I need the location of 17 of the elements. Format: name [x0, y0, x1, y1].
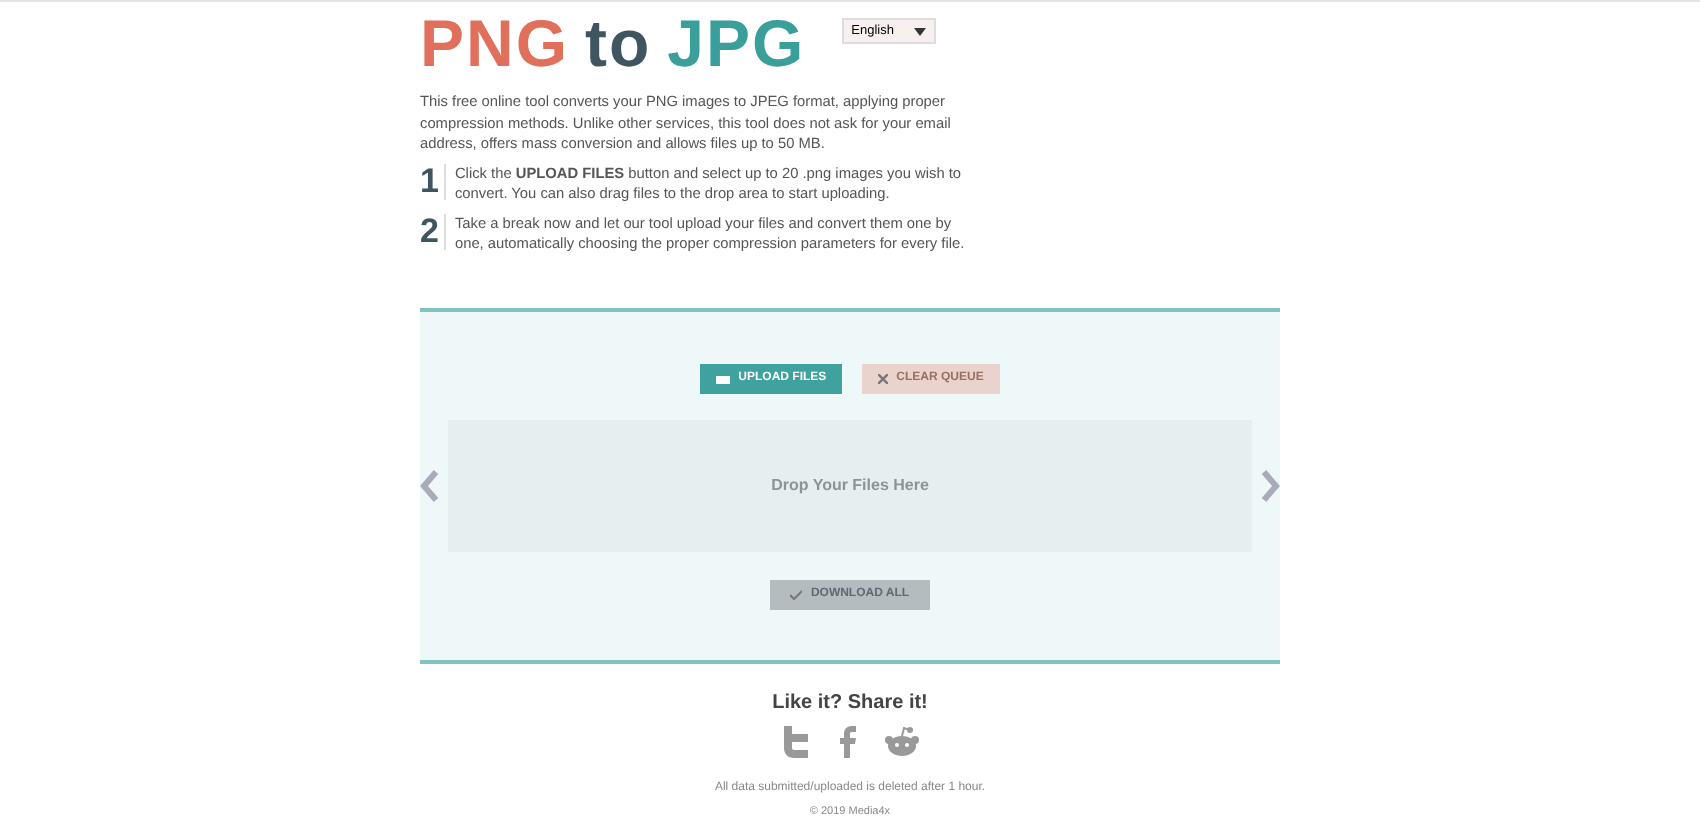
caret-icon: [914, 27, 926, 35]
reddit-icon[interactable]: [883, 725, 919, 757]
check-icon: [790, 589, 803, 599]
step-number: 1: [420, 163, 447, 199]
logo-text: JPG: [667, 10, 806, 78]
share-title: Like it? Share it!: [772, 691, 928, 713]
chevron-right-icon[interactable]: [1260, 469, 1280, 501]
folder-icon: [716, 373, 731, 383]
logo-text: to: [585, 10, 652, 78]
twitter-icon[interactable]: [781, 725, 809, 757]
drop-area[interactable]: Drop Your Files Here: [448, 419, 1252, 551]
close-icon: [878, 373, 889, 383]
logo-text: PNG: [420, 10, 570, 78]
chevron-left-icon[interactable]: [420, 469, 440, 501]
facebook-icon[interactable]: [837, 725, 855, 757]
drop-text: Drop Your Files Here: [771, 476, 929, 494]
step-number: 2: [420, 213, 447, 249]
